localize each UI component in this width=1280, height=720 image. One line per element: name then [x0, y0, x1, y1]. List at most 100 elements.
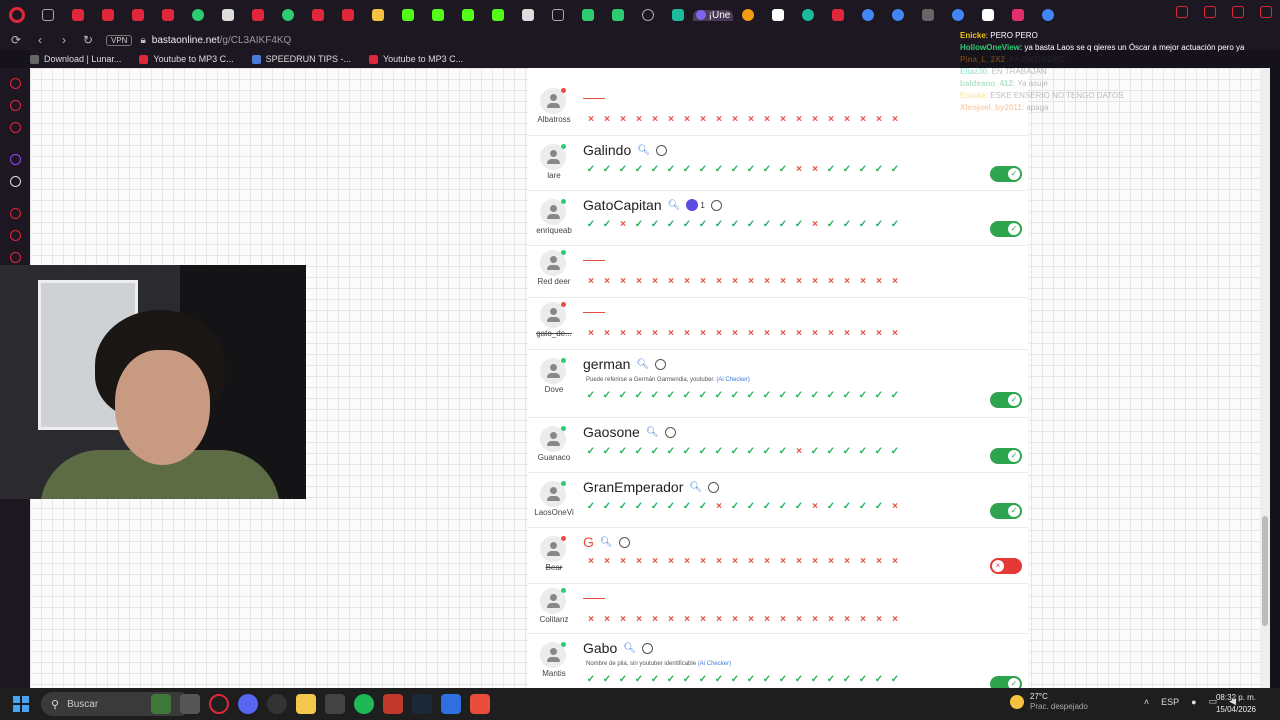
steam-icon[interactable]	[412, 694, 432, 714]
validity-toggle[interactable]: ✓	[990, 221, 1022, 237]
avatar[interactable]	[540, 642, 566, 668]
avatar[interactable]	[540, 536, 566, 562]
avatar[interactable]	[540, 302, 566, 328]
avatar[interactable]	[540, 250, 566, 276]
spotify-icon[interactable]	[354, 694, 374, 714]
bookmark[interactable]: Download | Lunar...	[30, 54, 121, 64]
validity-toggle[interactable]: ✓	[990, 392, 1022, 408]
tab[interactable]	[333, 0, 363, 30]
like-badge[interactable]: 1	[686, 199, 705, 211]
tab[interactable]	[763, 0, 793, 30]
tab[interactable]	[363, 0, 393, 30]
avatar[interactable]	[540, 588, 566, 614]
tab[interactable]	[733, 0, 763, 30]
back-icon[interactable]: ‹	[28, 33, 52, 47]
avatar[interactable]	[540, 144, 566, 170]
tab[interactable]	[973, 0, 1003, 30]
react-emoji-icon[interactable]	[664, 426, 676, 438]
avatar[interactable]	[540, 481, 566, 507]
tab[interactable]	[153, 0, 183, 30]
tab[interactable]	[663, 0, 693, 30]
tab[interactable]	[483, 0, 513, 30]
url-path[interactable]: /g/CL3AIKF4KQ	[220, 35, 292, 46]
tab[interactable]	[423, 0, 453, 30]
tab[interactable]	[453, 0, 483, 30]
react-emoji-icon[interactable]	[618, 536, 630, 548]
minimize-icon[interactable]	[1204, 6, 1216, 18]
clock[interactable]: 08:32 p. m. 15/04/2026	[1216, 692, 1256, 716]
avatar[interactable]	[540, 358, 566, 384]
twitch-icon[interactable]	[10, 154, 21, 165]
search-icon[interactable]: 🔍︎	[689, 482, 702, 493]
sidebar-app-icon[interactable]	[10, 208, 21, 219]
app-icon[interactable]	[470, 694, 490, 714]
validity-toggle[interactable]: ✓	[990, 503, 1022, 519]
reload-icon[interactable]: ⟳	[4, 33, 28, 47]
react-emoji-icon[interactable]	[710, 199, 722, 211]
lang-indicator[interactable]: ESP	[1161, 697, 1179, 707]
scrollbar[interactable]	[1260, 68, 1270, 688]
app-icon[interactable]	[325, 694, 345, 714]
mic-icon[interactable]: ●	[1191, 697, 1196, 707]
avatar[interactable]	[540, 88, 566, 114]
sidebar-app-icon[interactable]	[10, 122, 21, 133]
tab[interactable]	[513, 0, 543, 30]
history-icon[interactable]	[10, 230, 21, 241]
maximize-icon[interactable]	[1232, 6, 1244, 18]
tab[interactable]	[93, 0, 123, 30]
search-icon[interactable]: 🔍︎	[637, 145, 650, 156]
folder-icon[interactable]	[296, 694, 316, 714]
react-emoji-icon[interactable]	[641, 642, 653, 654]
tab[interactable]	[573, 0, 603, 30]
validity-toggle[interactable]: ×	[990, 558, 1022, 574]
tab[interactable]	[303, 0, 333, 30]
search-icon[interactable]: 🔍︎	[636, 359, 649, 370]
validity-toggle[interactable]: ✓	[990, 676, 1022, 688]
tab[interactable]	[543, 0, 573, 30]
opera-taskbar-icon[interactable]	[209, 694, 229, 714]
bookmark[interactable]: SPEEDRUN TIPS -...	[251, 54, 351, 64]
opera-icon[interactable]	[9, 7, 25, 23]
weather-widget[interactable]: 27°C Prac. despejado	[1010, 692, 1088, 712]
search-icon[interactable]: 🔍︎	[646, 427, 659, 438]
windows-start-icon[interactable]	[13, 696, 29, 712]
tab[interactable]	[393, 0, 423, 30]
tab[interactable]	[1003, 0, 1033, 30]
close-icon[interactable]	[1260, 6, 1272, 18]
tab[interactable]	[823, 0, 853, 30]
app-icon[interactable]	[383, 694, 403, 714]
url-domain[interactable]: bastaonline.net	[152, 35, 220, 46]
tab[interactable]	[213, 0, 243, 30]
discord-icon[interactable]	[238, 694, 258, 714]
widget-icon[interactable]	[151, 694, 171, 714]
tab-active[interactable]: ¡Une	[693, 9, 733, 21]
avatar[interactable]	[540, 426, 566, 452]
vpn-badge[interactable]: VPN	[106, 34, 133, 46]
tab[interactable]	[33, 0, 63, 30]
tab[interactable]	[883, 0, 913, 30]
bookmark[interactable]: Youtube to MP3 C...	[368, 54, 463, 64]
tab[interactable]	[1033, 0, 1063, 30]
bookmark[interactable]: Youtube to MP3 C...	[139, 54, 234, 64]
app-icon[interactable]	[441, 694, 461, 714]
search-tabs-icon[interactable]	[1176, 6, 1188, 18]
tab[interactable]	[243, 0, 273, 30]
tab[interactable]	[63, 0, 93, 30]
refresh-icon[interactable]: ↻	[76, 33, 100, 47]
tab[interactable]	[793, 0, 823, 30]
chevron-up-icon[interactable]: ˄	[1144, 697, 1149, 707]
forward-icon[interactable]: ›	[52, 33, 76, 47]
x-icon[interactable]	[10, 176, 21, 187]
tab[interactable]	[853, 0, 883, 30]
sidebar-app-icon[interactable]	[10, 100, 21, 111]
react-emoji-icon[interactable]	[655, 144, 667, 156]
tab[interactable]	[943, 0, 973, 30]
tab[interactable]	[913, 0, 943, 30]
tab[interactable]	[183, 0, 213, 30]
react-emoji-icon[interactable]	[708, 481, 720, 493]
tab[interactable]	[603, 0, 633, 30]
settings-icon[interactable]	[10, 252, 21, 263]
react-emoji-icon[interactable]	[655, 358, 667, 370]
app-icon[interactable]	[267, 694, 287, 714]
sidebar-app-icon[interactable]	[10, 78, 21, 89]
